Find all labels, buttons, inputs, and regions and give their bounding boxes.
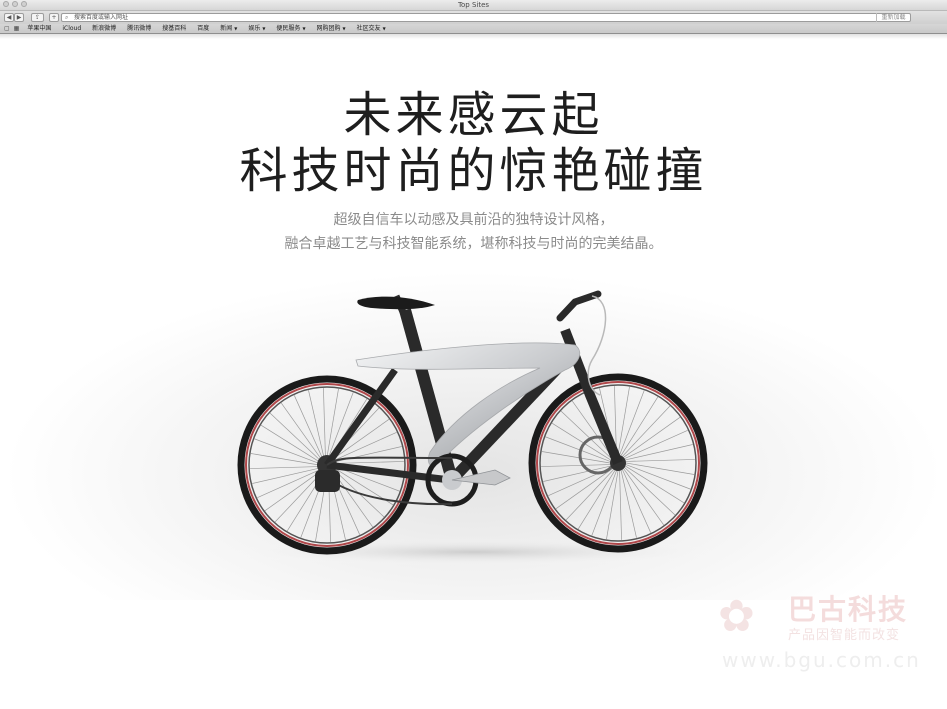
wheel-spoke	[250, 466, 320, 469]
wheel-spoke	[308, 390, 325, 458]
wheel-spoke	[541, 464, 611, 467]
mascot-icon: ✿	[718, 591, 755, 642]
wheel-spoke	[625, 444, 693, 461]
wheel-spoke	[619, 470, 622, 540]
watermark-brand: 巴古科技	[788, 593, 909, 626]
wheel-spoke	[252, 467, 320, 484]
wheel-spoke	[625, 459, 695, 462]
watermark-slogan: 产品因智能而改变	[788, 628, 901, 643]
wheel-spoke	[323, 388, 326, 458]
wheel-spoke	[334, 461, 404, 464]
watermark-url: www.bgu.com.cn	[722, 648, 921, 672]
watermark: ✿ 巴古科技 产品因智能而改变 www.bgu.com.cn	[700, 592, 930, 687]
wheel-spoke	[620, 470, 637, 538]
